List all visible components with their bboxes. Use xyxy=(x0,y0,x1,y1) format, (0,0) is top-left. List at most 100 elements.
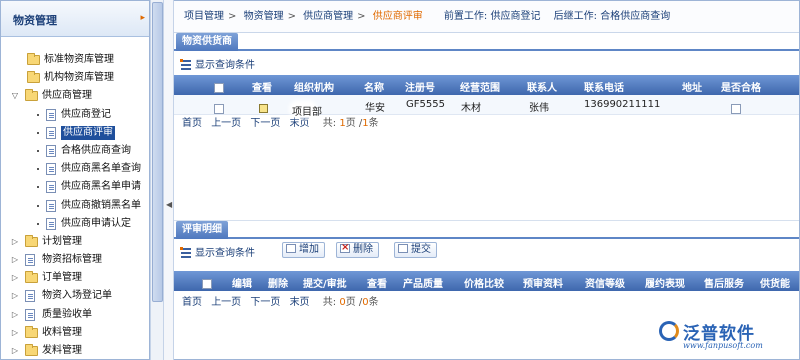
sidebar-item[interactable]: ▷ 计划管理 xyxy=(1,233,149,251)
sidebar-item[interactable]: ▷ 物资招标管理 xyxy=(1,251,149,269)
scrollbar-thumb[interactable] xyxy=(152,2,163,302)
breadcrumb-item[interactable]: 供应商管理 xyxy=(303,11,353,22)
prev-work-link[interactable]: 前置工作: 供应商登记 xyxy=(444,11,541,22)
submit-button[interactable]: 提交 xyxy=(394,242,437,258)
col-header[interactable]: 经营范围 xyxy=(460,79,500,94)
col-header[interactable]: 地址 xyxy=(682,79,702,94)
sidebar-item-label: 标准物资库管理 xyxy=(44,54,114,65)
next-work-link[interactable]: 后继工作: 合格供应商查询 xyxy=(554,11,671,22)
sidebar-item[interactable]: ▽ 供应商管理 xyxy=(1,87,149,105)
pager-last[interactable]: 末页 xyxy=(290,118,310,129)
sidebar-item[interactable]: 合格供应商查询 xyxy=(1,142,149,160)
collapsed-icon[interactable]: ▷ xyxy=(11,233,19,251)
qualified-checkbox[interactable] xyxy=(731,104,741,114)
review-grid-header: 编辑 删除 提交/审批 查看 产品质量 价格比较 预审资料 资信等级 履约表现 … xyxy=(174,271,799,291)
suppliers-show-query[interactable]: 显示查询条件 xyxy=(180,56,255,71)
collapsed-icon[interactable]: ▷ xyxy=(11,324,19,342)
sidebar-item[interactable]: ▷ 收料管理 xyxy=(1,324,149,342)
sidebar-item[interactable]: 供应商登记 xyxy=(1,106,149,124)
col-header[interactable]: 产品质量 xyxy=(403,275,443,290)
breadcrumb-item[interactable]: 项目管理 xyxy=(184,11,224,22)
expand-icon[interactable]: ▽ xyxy=(11,87,19,105)
breadcrumb-item[interactable]: 物资管理 xyxy=(244,11,284,22)
sidebar-scrollbar[interactable] xyxy=(150,0,164,360)
suppliers-toolbar: 显示查询条件 xyxy=(174,51,799,75)
col-header[interactable]: 售后服务 xyxy=(704,275,744,290)
pager-prev[interactable]: 上一页 xyxy=(211,118,241,129)
pager-last[interactable]: 末页 xyxy=(290,297,310,308)
col-header[interactable]: 查看 xyxy=(367,275,387,290)
pager-next[interactable]: 下一页 xyxy=(250,297,280,308)
sidebar-item[interactable]: 标准物资库管理 xyxy=(1,51,149,69)
folder-icon xyxy=(25,344,38,356)
tree-dot xyxy=(37,204,39,207)
select-all-checkbox[interactable] xyxy=(214,83,224,93)
sidebar-item-label: 供应商黑名单申请 xyxy=(61,181,141,193)
pager-info: 共: 0页 /0条 xyxy=(322,297,379,308)
sidebar-item[interactable]: ▷ 质量验收单 xyxy=(1,306,149,324)
collapsed-icon[interactable]: ▷ xyxy=(11,251,19,269)
col-header[interactable]: 供货能 xyxy=(760,275,790,290)
collapsed-icon[interactable]: ▷ xyxy=(11,287,19,305)
collapse-left-icon[interactable]: ◀ xyxy=(166,200,172,209)
col-header[interactable]: 名称 xyxy=(364,79,384,94)
tab-review[interactable]: 评审明细 xyxy=(176,221,228,239)
tab-suppliers[interactable]: 物资供货商 xyxy=(176,33,238,51)
col-header[interactable]: 资信等级 xyxy=(585,275,625,290)
col-header[interactable]: 删除 xyxy=(268,275,288,290)
document-icon xyxy=(46,199,56,212)
col-header[interactable]: 预审资料 xyxy=(523,275,563,290)
main-panel: 项目管理 > 物资管理 > 供应商管理 > 供应商评审 前置工作: 供应商登记 后继工… xyxy=(174,0,800,360)
sidebar-item[interactable]: 供应商黑名单查询 xyxy=(1,160,149,178)
review-show-query[interactable]: 显示查询条件 xyxy=(180,244,255,259)
select-all-checkbox[interactable] xyxy=(202,279,212,289)
sidebar-item-label: 供应商黑名单查询 xyxy=(61,163,141,175)
sidebar-item[interactable]: ▷ 订单管理 xyxy=(1,269,149,287)
document-icon xyxy=(46,163,56,176)
folder-icon xyxy=(25,234,38,247)
collapsed-icon[interactable]: ▷ xyxy=(11,269,19,287)
col-header[interactable]: 组织机构 xyxy=(294,79,334,94)
col-header[interactable]: 是否合格 xyxy=(721,79,761,94)
sidebar-item-label: 发料管理 xyxy=(42,345,82,356)
col-header[interactable]: 联系电话 xyxy=(584,79,624,94)
table-row[interactable]: 项目部 华安 GF5555 木材 张伟 136990211111 xyxy=(174,95,799,118)
tree-dot xyxy=(37,149,39,152)
pager-first[interactable]: 首页 xyxy=(182,297,202,308)
sidebar-header[interactable]: 物资管理 ▸ xyxy=(1,1,149,37)
pager-first[interactable]: 首页 xyxy=(182,118,202,129)
pager-prev[interactable]: 上一页 xyxy=(211,297,241,308)
sidebar-item[interactable]: ▷ 物资入场登记单 xyxy=(1,287,149,305)
query-icon xyxy=(180,59,192,70)
col-header[interactable]: 查看 xyxy=(252,79,272,94)
submit-icon xyxy=(398,244,408,253)
pager-next[interactable]: 下一页 xyxy=(250,118,280,129)
sidebar-item[interactable]: 供应商撤销黑名单 xyxy=(1,197,149,215)
sidebar-item[interactable]: 机构物资库管理 xyxy=(1,69,149,87)
col-header[interactable]: 联系人 xyxy=(527,79,557,94)
col-header[interactable]: 价格比较 xyxy=(464,275,504,290)
sidebar-item-label: 供应商撤销黑名单 xyxy=(61,199,141,211)
collapsed-icon[interactable]: ▷ xyxy=(11,306,19,324)
collapsed-icon[interactable]: ▷ xyxy=(11,342,19,360)
collapse-arrow-icon[interactable]: ▸ xyxy=(140,13,145,23)
col-header[interactable]: 注册号 xyxy=(405,79,435,94)
watermark-url: www.fanpusoft.com xyxy=(683,341,763,350)
row-checkbox[interactable] xyxy=(214,104,224,114)
col-header[interactable]: 提交/审批 xyxy=(303,275,347,290)
col-header[interactable]: 编辑 xyxy=(232,275,252,290)
sidebar-item[interactable]: 供应商黑名单申请 xyxy=(1,178,149,196)
sidebar-title: 物资管理 xyxy=(13,14,57,27)
query-icon xyxy=(180,247,192,258)
nav-tree: 标准物资库管理 机构物资库管理 ▽ 供应商管理 供应商登记 供应商评审 合格供应商查询 供应商… xyxy=(1,37,149,360)
sidebar-item[interactable]: 供应商评审 xyxy=(1,124,149,142)
add-button[interactable]: 增加 xyxy=(282,242,325,258)
delete-button[interactable]: 删除 xyxy=(336,241,379,258)
sidebar-splitter[interactable]: ◀ xyxy=(164,0,174,360)
tree-dot xyxy=(37,186,39,189)
cell-contact: 张伟 xyxy=(529,103,549,114)
sidebar-item[interactable]: ▷ 发料管理 xyxy=(1,342,149,360)
view-icon[interactable] xyxy=(259,104,268,113)
col-header[interactable]: 履约表现 xyxy=(645,275,685,290)
sidebar-item[interactable]: 供应商申请认定 xyxy=(1,215,149,233)
